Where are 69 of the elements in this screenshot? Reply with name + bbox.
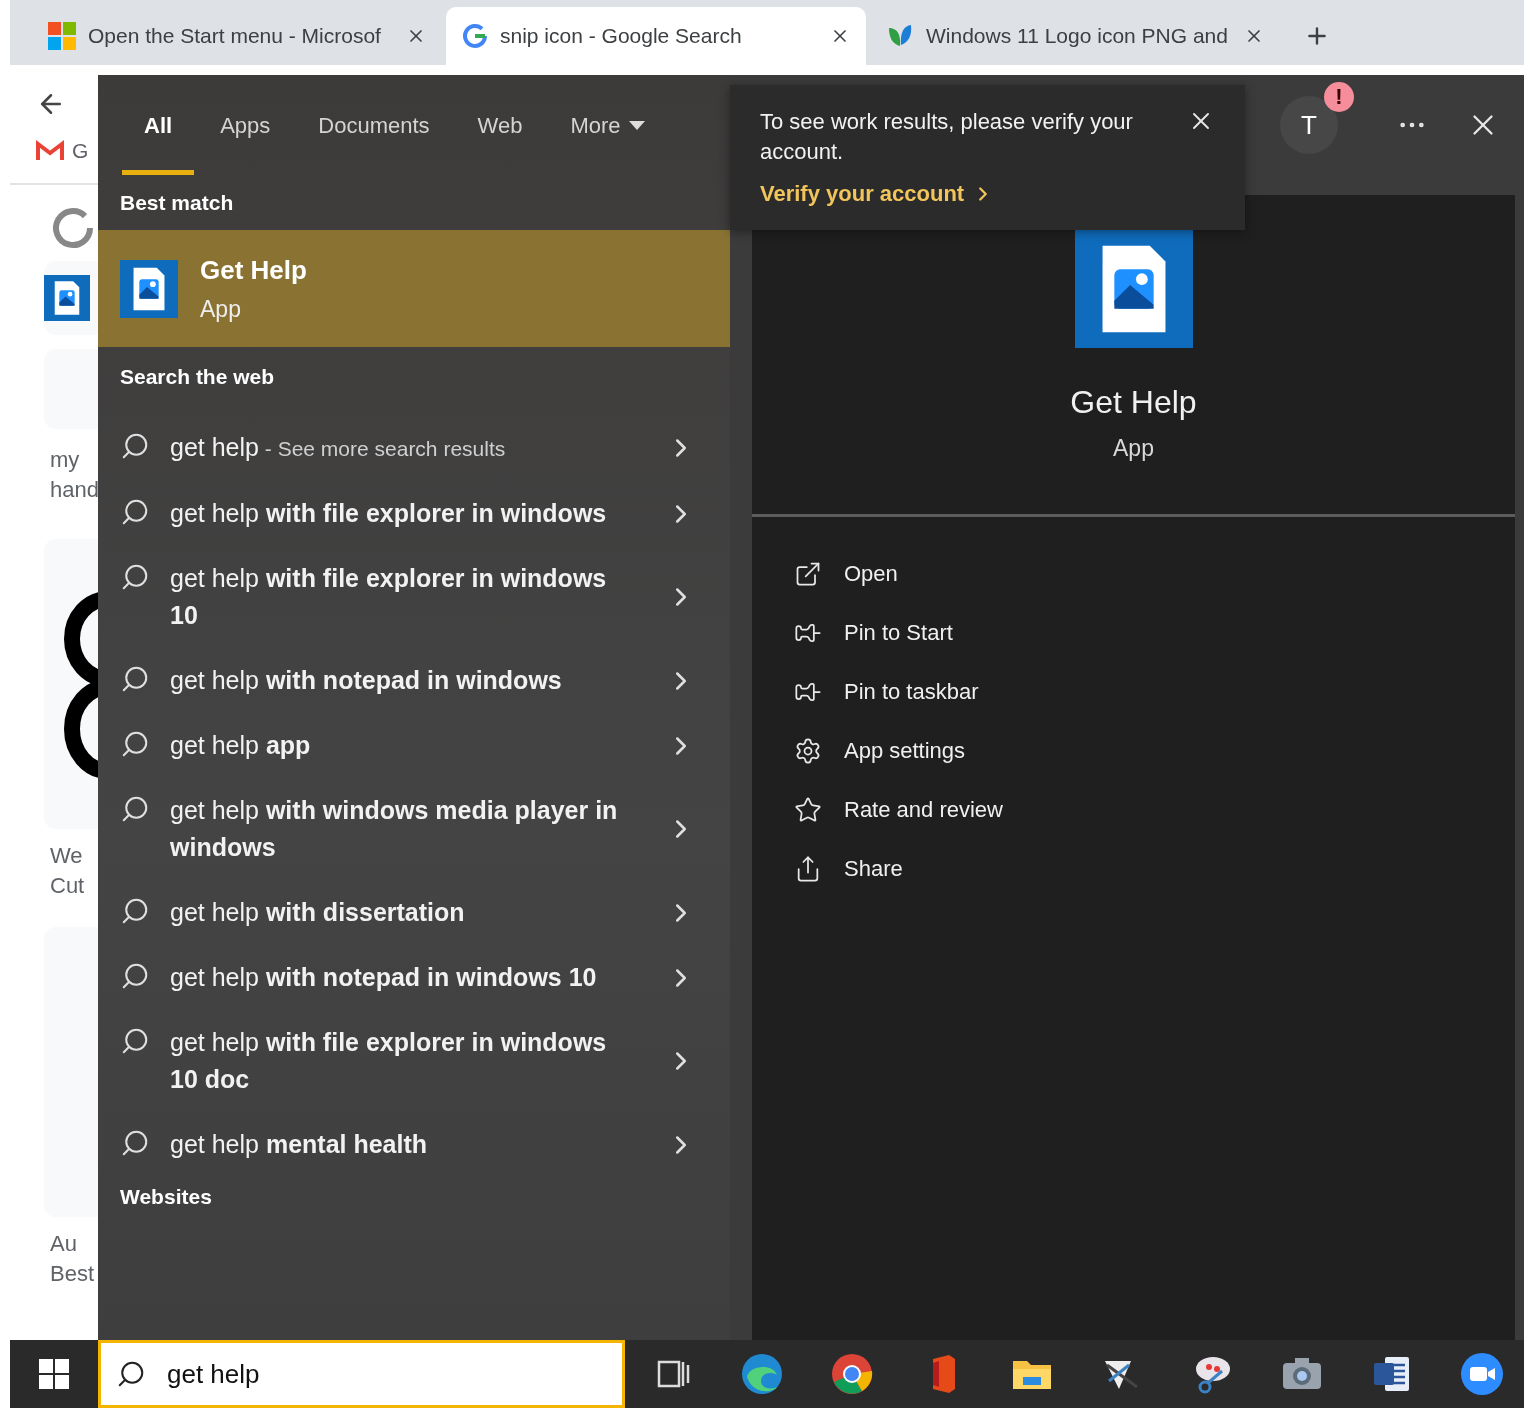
action-item[interactable]: Rate and review [794, 789, 1003, 830]
action-item[interactable]: Open [794, 553, 898, 594]
filter-tab[interactable]: All [122, 75, 195, 175]
search-icon [120, 729, 150, 759]
result-caption[interactable]: Best [50, 1261, 98, 1287]
search-icon [120, 1128, 150, 1158]
best-match-item[interactable]: Get Help App [98, 230, 730, 347]
web-result-item[interactable]: get help with windows media player in windows [98, 778, 730, 880]
g-logo-icon [462, 23, 488, 49]
get-help-app-icon [1074, 230, 1193, 348]
app-title: Get Help [200, 254, 307, 286]
account-avatar[interactable]: T [1280, 96, 1338, 154]
web-result-item[interactable]: get help mental health [98, 1112, 730, 1177]
section-heading: Search the web [119, 364, 276, 390]
web-result-item[interactable]: get help with notepad in windows [98, 648, 730, 713]
search-field[interactable]: get help [98, 1340, 625, 1408]
video-app-icon [1459, 1351, 1505, 1397]
web-result-item[interactable]: get help with file explorer in windows [98, 481, 730, 546]
settings-icon [794, 736, 822, 765]
section-heading: Best match [119, 189, 235, 216]
four-squares-icon [48, 22, 76, 50]
search-icon [120, 896, 150, 926]
section-heading: Websites [119, 1184, 213, 1210]
source-label: my [50, 447, 81, 473]
action-item[interactable]: Pin to Start [794, 612, 953, 653]
web-result-item[interactable]: get help app [98, 713, 730, 778]
alert-badge: ! [1324, 82, 1354, 112]
web-result-item[interactable]: get help with dissertation [98, 880, 730, 945]
get-help-app-icon [120, 259, 178, 318]
web-result-item[interactable]: get help with notepad in windows 10 [98, 945, 730, 1010]
caret-icon [628, 120, 645, 131]
app-title: Get Help [1070, 384, 1197, 421]
source-label: We [50, 843, 84, 869]
search-icon [120, 664, 150, 694]
result-caption[interactable]: hand [50, 477, 98, 503]
action-item[interactable]: App settings [794, 730, 966, 771]
notice-text: To see work results, please verify your account. [760, 108, 1134, 166]
search-icon [120, 497, 150, 527]
verify-link[interactable]: Verify your account [760, 181, 995, 207]
app-type: App [200, 295, 242, 323]
mail-logo-icon [36, 140, 64, 162]
search-icon [120, 794, 150, 824]
browser-tab[interactable]: snip icon - Google Search [446, 7, 866, 65]
filter-tab[interactable]: Web [455, 75, 545, 175]
search-icon [120, 961, 150, 991]
search-icon [120, 1026, 150, 1056]
web-result-item[interactable]: get help with file explorer in windows 10 [98, 546, 730, 648]
action-item[interactable]: Share [794, 848, 903, 889]
bookmark-label[interactable]: G [72, 139, 89, 163]
source-label: Au [50, 1231, 78, 1257]
browser-tab[interactable]: Open the Start menu - Microsof [32, 7, 442, 65]
round-logo-icon [829, 1351, 875, 1397]
swirl-logo-icon [739, 1351, 785, 1397]
get-help-app-icon [44, 275, 90, 321]
browser-tab[interactable]: Windows 11 Logo icon PNG and [870, 7, 1280, 65]
web-result-item[interactable]: get help with file explorer in windows 10 doc [98, 1010, 730, 1112]
g-logo-icon [50, 205, 96, 251]
action-item[interactable]: Pin to taskbar [794, 671, 979, 712]
web-result-item[interactable]: get help - See more search results [98, 415, 730, 481]
filter-tab[interactable]: Documents [296, 75, 452, 175]
search-icon [120, 431, 150, 461]
search-icon [120, 562, 150, 592]
filter-tab[interactable]: Apps [198, 75, 293, 175]
filter-tab[interactable]: More [548, 75, 667, 175]
app-type: App [1113, 435, 1154, 462]
search-icon [116, 1359, 146, 1389]
result-caption[interactable]: Cut [50, 873, 98, 899]
star-icon [794, 795, 822, 824]
window-logo-icon [39, 1359, 69, 1389]
